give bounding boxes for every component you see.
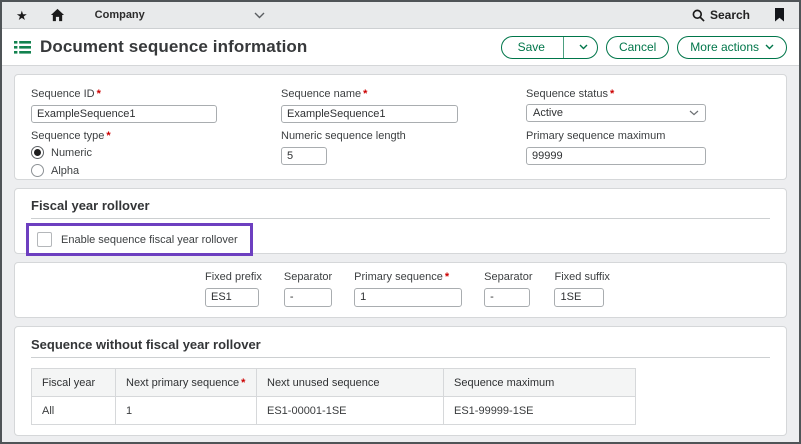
separator1-field: Separator xyxy=(284,271,332,307)
separator1-label: Separator xyxy=(284,271,332,283)
save-button-label: Save xyxy=(502,37,557,58)
top-nav: ★ Company Search xyxy=(2,2,799,29)
cell-next-primary-sequence[interactable]: 1 xyxy=(116,397,257,425)
page-title: Document sequence information xyxy=(40,37,307,57)
required-asterisk: * xyxy=(97,88,101,100)
primary-sequence-maximum-label: Primary sequence maximum xyxy=(526,130,770,142)
highlight-annotation-box: Enable sequence fiscal year rollover xyxy=(26,223,253,256)
select-chevron-down-icon xyxy=(689,110,699,116)
numeric-sequence-length-field: Numeric sequence length xyxy=(281,130,526,177)
sequence-type-field: Sequence type* Numeric Alpha xyxy=(31,130,281,177)
more-actions-label: More actions xyxy=(690,40,759,54)
table-header-row: Fiscal year Next primary sequence* Next … xyxy=(32,369,636,397)
sequence-type-option-alpha: Alpha xyxy=(31,164,281,177)
sequence-format-card: Fixed prefix Separator Primary sequence*… xyxy=(14,262,787,318)
search-label: Search xyxy=(710,8,750,22)
primary-sequence-label: Primary sequence* xyxy=(354,271,462,283)
sequence-name-input[interactable] xyxy=(281,105,458,123)
numeric-radio-label: Numeric xyxy=(51,147,92,159)
required-asterisk: * xyxy=(445,271,449,283)
sequence-name-label: Sequence name* xyxy=(281,88,526,100)
fiscal-year-rollover-title: Fiscal year rollover xyxy=(31,198,770,219)
home-icon[interactable] xyxy=(50,8,65,22)
page-content: Sequence ID* Sequence name* Sequence sta… xyxy=(2,66,799,444)
table-row: All 1 ES1-00001-1SE ES1-99999-1SE xyxy=(32,397,636,425)
sequence-status-select[interactable]: Active xyxy=(526,104,706,122)
save-button[interactable]: Save xyxy=(501,36,598,59)
numeric-sequence-length-label: Numeric sequence length xyxy=(281,130,526,142)
sequence-id-input[interactable] xyxy=(31,105,217,123)
numeric-radio[interactable] xyxy=(31,146,44,159)
fixed-suffix-input[interactable] xyxy=(554,288,604,307)
enable-fiscal-year-rollover-checkbox[interactable] xyxy=(37,232,52,247)
fixed-suffix-field: Fixed suffix xyxy=(554,271,609,307)
cancel-button[interactable]: Cancel xyxy=(606,36,669,59)
enable-fiscal-year-rollover-label: Enable sequence fiscal year rollover xyxy=(61,234,238,246)
sequence-type-label: Sequence type* xyxy=(31,130,281,142)
fixed-prefix-input[interactable] xyxy=(205,288,259,307)
sequence-table: Fiscal year Next primary sequence* Next … xyxy=(31,368,636,425)
required-asterisk: * xyxy=(241,377,245,389)
more-actions-chevron-down-icon xyxy=(765,44,774,50)
column-header-fiscal-year: Fiscal year xyxy=(32,369,116,397)
company-dropdown[interactable]: Company xyxy=(95,9,265,21)
sequence-name-field: Sequence name* xyxy=(281,88,526,123)
search-button[interactable]: Search xyxy=(692,8,750,22)
app-window: ★ Company Search xyxy=(0,0,801,444)
primary-sequence-field: Primary sequence* xyxy=(354,271,462,307)
chevron-down-icon xyxy=(254,12,265,19)
sequence-id-label: Sequence ID* xyxy=(31,88,281,100)
cell-next-unused-sequence: ES1-00001-1SE xyxy=(257,397,444,425)
sequence-without-rollover-card: Sequence without fiscal year rollover Fi… xyxy=(14,326,787,436)
list-icon xyxy=(14,40,31,55)
column-header-sequence-maximum: Sequence maximum xyxy=(444,369,636,397)
search-icon xyxy=(692,9,705,22)
company-dropdown-label: Company xyxy=(95,9,145,21)
required-asterisk: * xyxy=(363,88,367,100)
fiscal-year-rollover-card: Fiscal year rollover Enable sequence fis… xyxy=(14,188,787,254)
primary-sequence-maximum-input[interactable] xyxy=(526,147,706,165)
title-bar: Document sequence information Save Cance… xyxy=(2,29,799,66)
fixed-prefix-label: Fixed prefix xyxy=(205,271,262,283)
cancel-button-label: Cancel xyxy=(619,40,656,54)
numeric-sequence-length-input[interactable] xyxy=(281,147,327,165)
primary-sequence-maximum-field: Primary sequence maximum xyxy=(526,130,770,177)
alpha-radio[interactable] xyxy=(31,164,44,177)
separator2-label: Separator xyxy=(484,271,532,283)
bookmark-icon[interactable] xyxy=(774,8,785,22)
cell-sequence-maximum: ES1-99999-1SE xyxy=(444,397,636,425)
save-split-divider xyxy=(563,37,564,58)
cell-fiscal-year: All xyxy=(32,397,116,425)
separator2-input[interactable] xyxy=(484,288,530,307)
save-chevron-down-icon[interactable] xyxy=(570,37,597,58)
more-actions-button[interactable]: More actions xyxy=(677,36,787,59)
fixed-prefix-field: Fixed prefix xyxy=(205,271,262,307)
required-asterisk: * xyxy=(106,130,110,142)
alpha-radio-label: Alpha xyxy=(51,165,79,177)
star-icon[interactable]: ★ xyxy=(16,9,28,22)
fixed-suffix-label: Fixed suffix xyxy=(554,271,609,283)
sequence-without-rollover-title: Sequence without fiscal year rollover xyxy=(31,337,770,358)
action-buttons: Save Cancel More actions xyxy=(501,36,787,59)
primary-sequence-input[interactable] xyxy=(354,288,462,307)
required-asterisk: * xyxy=(610,88,614,100)
sequence-details-card: Sequence ID* Sequence name* Sequence sta… xyxy=(14,74,787,180)
sequence-status-field: Sequence status* Active xyxy=(526,88,770,123)
sequence-status-label: Sequence status* xyxy=(526,88,770,100)
sequence-status-value: Active xyxy=(533,107,563,119)
separator1-input[interactable] xyxy=(284,288,332,307)
sequence-type-option-numeric: Numeric xyxy=(31,146,281,159)
column-header-next-unused-sequence: Next unused sequence xyxy=(257,369,444,397)
separator2-field: Separator xyxy=(484,271,532,307)
column-header-next-primary-sequence: Next primary sequence* xyxy=(116,369,257,397)
sequence-id-field: Sequence ID* xyxy=(31,88,281,123)
